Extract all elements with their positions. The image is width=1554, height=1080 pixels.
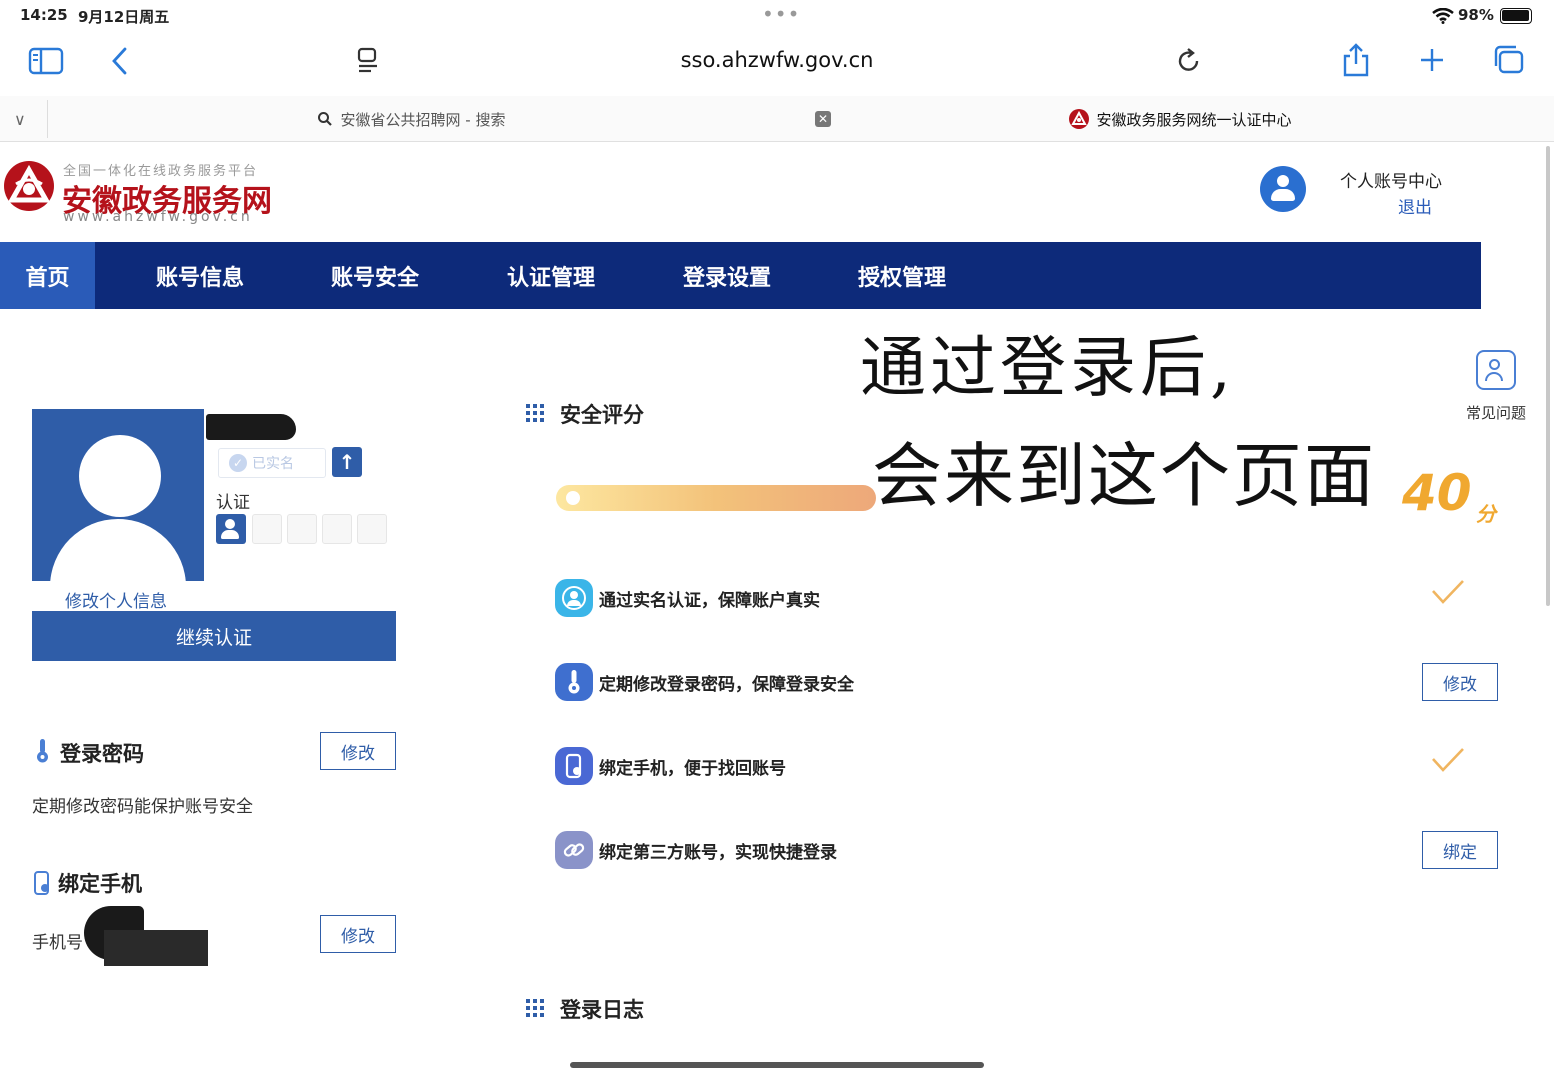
security-item-text: 定期修改登录密码，保障登录安全 (599, 674, 854, 695)
nav-account-security[interactable]: 账号安全 (305, 242, 445, 309)
face-auth-icon[interactable] (287, 514, 317, 544)
tab-search[interactable]: 安徽省公共招聘网 - 搜索 (48, 96, 774, 142)
modify-password-button[interactable]: 修改 (320, 732, 396, 770)
reader-format-icon[interactable] (355, 46, 381, 76)
bind-third-party-button[interactable]: 绑定 (1422, 831, 1498, 869)
security-score-bar (556, 485, 876, 511)
auth-label: 认证 (216, 493, 250, 513)
security-modify-password-button[interactable]: 修改 (1422, 663, 1498, 701)
reload-icon[interactable] (1176, 47, 1202, 75)
tab-active-auth-center[interactable]: 安徽政务服务网统一认证中心 (860, 96, 1500, 142)
multitask-dots-icon[interactable]: ••• (762, 2, 800, 26)
share-icon[interactable] (1340, 42, 1372, 78)
faq-label[interactable]: 常见问题 (1466, 402, 1526, 423)
site-logo-icon[interactable] (2, 158, 56, 214)
logo-url: www.ahzwfw.gov.cn (63, 209, 253, 225)
security-item-phone: 绑定手机，便于找回账号 (555, 746, 786, 786)
security-item-third-party: 绑定第三方账号，实现快捷登录 (555, 830, 837, 870)
check-circle-icon: ✓ (229, 454, 247, 472)
verified-label: 已实名 (252, 456, 294, 472)
bankcard-auth-icon[interactable] (357, 514, 387, 544)
profile-avatar (32, 409, 204, 581)
security-item-text: 绑定手机，便于找回账号 (599, 758, 786, 779)
battery-icon (1500, 8, 1532, 24)
nav-home[interactable]: 首页 (0, 242, 95, 309)
security-score-title: 安全评分 (560, 403, 644, 427)
search-icon (317, 112, 332, 126)
idcard-auth-icon[interactable] (252, 514, 282, 544)
login-password-desc: 定期修改密码能保护账号安全 (32, 797, 253, 817)
handwritten-note-line1: 通过登录后, (860, 329, 1235, 406)
new-tab-icon[interactable] (1418, 46, 1446, 74)
nav-auth-management[interactable]: 认证管理 (445, 242, 657, 309)
tab-overflow-toggle[interactable]: ∨ (14, 96, 38, 142)
verified-badge: ✓ 已实名 (218, 448, 326, 478)
bind-phone-icon (555, 747, 593, 785)
eye-auth-icon[interactable] (322, 514, 352, 544)
logout-link[interactable]: 退出 (1398, 193, 1432, 218)
link-chain-icon (555, 831, 593, 869)
upgrade-arrow-icon[interactable]: ↑ (332, 447, 362, 477)
realname-auth-icon[interactable] (216, 514, 246, 544)
security-item-text: 通过实名认证，保障账户真实 (599, 590, 820, 611)
check-done-icon (1432, 580, 1464, 604)
site-header: 全国一体化在线政务服务平台 安徽政务服务网 www.ahzwfw.gov.cn … (0, 142, 1554, 242)
edit-profile-link[interactable]: 修改个人信息 (65, 587, 167, 612)
redacted-username (206, 414, 296, 440)
tab-label: 安徽省公共招聘网 - 搜索 (340, 110, 506, 129)
handwritten-note-line2: 会来到这个页面 (872, 435, 1376, 517)
tab-bar: ∨ 安徽省公共招聘网 - 搜索 ✕ 安徽政务服务网统一认证中心 (0, 96, 1554, 142)
battery-percent: 98% (1458, 6, 1494, 24)
security-score-value: 40 (1402, 464, 1472, 522)
main-nav: 首页 账号信息 账号安全 认证管理 登录设置 授权管理 (0, 242, 1481, 309)
close-tab-icon[interactable]: ✕ (815, 111, 831, 127)
address-bar-url[interactable]: sso.ahzwfw.gov.cn (600, 48, 954, 72)
phone-icon (34, 871, 49, 895)
tab-overview-icon[interactable] (1492, 44, 1526, 76)
security-score-unit: 分 (1476, 502, 1496, 526)
vertical-scrollbar[interactable] (1546, 146, 1550, 606)
login-log-title: 登录日志 (560, 998, 644, 1022)
status-date: 9月12日周五 (78, 8, 170, 26)
faq-icon[interactable] (1476, 350, 1516, 390)
tab-label: 安徽政务服务网统一认证中心 (1096, 110, 1292, 129)
redacted-phone-number (104, 930, 208, 966)
thermometer-key-icon (37, 739, 48, 763)
security-item-text: 绑定第三方账号，实现快捷登录 (599, 842, 837, 863)
web-page: 全国一体化在线政务服务平台 安徽政务服务网 www.ahzwfw.gov.cn … (0, 142, 1554, 1080)
account-avatar-icon[interactable] (1260, 166, 1306, 212)
modify-phone-button[interactable]: 修改 (320, 915, 396, 953)
browser-toolbar: sso.ahzwfw.gov.cn (0, 32, 1554, 92)
back-icon[interactable] (108, 46, 132, 76)
nav-authorization[interactable]: 授权管理 (797, 242, 1007, 309)
bind-phone-title: 绑定手机 (58, 872, 142, 896)
home-indicator[interactable] (570, 1062, 984, 1068)
nav-account-info[interactable]: 账号信息 (95, 242, 305, 309)
grid-dots-icon (526, 404, 544, 422)
phone-number-label: 手机号 (32, 933, 83, 953)
realname-shield-icon (555, 579, 593, 617)
account-center-link[interactable]: 个人账号中心 (1340, 167, 1442, 192)
check-done-icon (1432, 748, 1464, 772)
status-bar: 14:25 9月12日周五 ••• 98% (0, 0, 1554, 32)
security-item-realname: 通过实名认证，保障账户真实 (555, 578, 820, 618)
continue-auth-button[interactable]: 继续认证 (32, 611, 396, 661)
grid-dots-icon (526, 999, 544, 1017)
site-favicon-icon (1069, 109, 1090, 129)
login-password-title: 登录密码 (60, 742, 144, 766)
wifi-icon (1432, 8, 1454, 24)
nav-login-settings[interactable]: 登录设置 (657, 242, 797, 309)
security-item-password: 定期修改登录密码，保障登录安全 (555, 662, 854, 702)
status-time: 14:25 (20, 6, 68, 24)
password-thermometer-icon (555, 663, 593, 701)
sidebar-toggle-icon[interactable] (28, 46, 64, 76)
